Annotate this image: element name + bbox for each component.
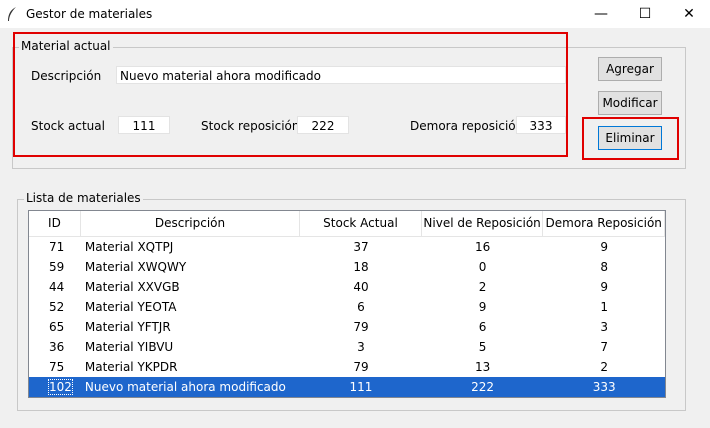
eliminar-button[interactable]: Eliminar [598,126,662,150]
cell-stock-actual: 3 [357,340,365,354]
cell-demora-reposicion: 8 [600,260,609,274]
cell-stock-actual: 40 [353,280,369,294]
descripcion-field[interactable]: Nuevo material ahora modificado [116,66,566,84]
maximize-button[interactable]: ☐ [622,0,668,28]
cell-id: 36 [49,340,65,354]
table-row[interactable]: 52 Material YEOTA 6 9 1 [29,297,665,317]
cell-stock-actual: 6 [357,300,365,314]
cell-id: 44 [49,280,65,294]
cell-demora-reposicion: 333 [592,380,616,394]
agregar-button[interactable]: Agregar [598,57,662,81]
cell-descripcion: Material YKPDR [84,360,178,374]
cell-demora-reposicion: 9 [600,280,609,294]
stock-reposicion-field[interactable]: 222 [297,116,349,134]
cell-nivel-reposicion: 2 [478,280,487,294]
cell-nivel-reposicion: 5 [478,340,487,354]
cell-demora-reposicion: 7 [600,340,609,354]
column-header-stock-actual[interactable]: Stock Actual [300,211,422,236]
cell-stock-actual: 37 [353,240,369,254]
cell-descripcion: Material XWQWY [84,260,187,274]
column-header-nivel-reposicion[interactable]: Nivel de Reposición [422,211,544,236]
cell-id: 59 [49,260,65,274]
minimize-button[interactable]: — [578,0,624,28]
table-row-selected[interactable]: 102 Nuevo material ahora modificado 111 … [29,377,665,397]
table-row[interactable]: 75 Material YKPDR 79 13 2 [29,357,665,377]
cell-nivel-reposicion: 13 [474,360,491,374]
material-actual-title: Material actual [19,39,113,53]
table-row[interactable]: 65 Material YFTJR 79 6 3 [29,317,665,337]
demora-label: Demora reposición [410,119,524,133]
cell-demora-reposicion: 1 [600,300,609,314]
cell-descripcion: Nuevo material ahora modificado [84,380,286,394]
stock-reposicion-label: Stock reposición [201,119,300,133]
cell-id: 75 [49,360,65,374]
cell-descripcion: Material YIBVU [84,340,174,354]
column-header-id[interactable]: ID [29,211,81,236]
cell-descripcion: Material YEOTA [84,300,177,314]
cell-demora-reposicion: 9 [600,240,609,254]
descripcion-label: Descripción [31,69,102,83]
cell-demora-reposicion: 3 [600,320,609,334]
selected-id-focus: 102 [48,379,73,395]
stock-actual-field[interactable]: 111 [118,116,170,134]
lista-materiales-title: Lista de materiales [24,191,143,205]
cell-descripcion: Material XQTPJ [84,240,174,254]
cell-nivel-reposicion: 9 [478,300,487,314]
cell-descripcion: Material YFTJR [84,320,171,334]
cell-nivel-reposicion: 222 [471,380,495,394]
cell-id: 102 [29,377,81,397]
table-row[interactable]: 59 Material XWQWY 18 0 8 [29,257,665,277]
table-row[interactable]: 44 Material XXVGB 40 2 9 [29,277,665,297]
table-row[interactable]: 36 Material YIBVU 3 5 7 [29,337,665,357]
close-button[interactable]: ✕ [666,0,710,28]
cell-stock-actual: 79 [353,360,369,374]
demora-field[interactable]: 333 [516,116,566,134]
modificar-button[interactable]: Modificar [598,91,662,115]
title-bar: Gestor de materiales — ☐ ✕ [0,0,710,28]
cell-id: 65 [49,320,65,334]
cell-nivel-reposicion: 0 [478,260,487,274]
cell-stock-actual: 79 [353,320,369,334]
window-title: Gestor de materiales [26,7,153,21]
cell-demora-reposicion: 2 [600,360,609,374]
cell-descripcion: Material XXVGB [84,280,180,294]
column-header-demora-reposicion[interactable]: Demora Reposición [543,211,665,236]
column-header-descripcion[interactable]: Descripción [81,211,301,236]
cell-stock-actual: 111 [349,380,373,394]
materials-table[interactable]: ID Descripción Stock Actual Nivel de Rep… [28,210,666,398]
cell-nivel-reposicion: 16 [474,240,491,254]
cell-id: 71 [49,240,65,254]
cell-nivel-reposicion: 6 [478,320,487,334]
feather-icon [8,7,16,21]
stock-actual-label: Stock actual [31,119,105,133]
table-row[interactable]: 71 Material XQTPJ 37 16 9 [29,237,665,257]
table-header: ID Descripción Stock Actual Nivel de Rep… [29,211,665,237]
cell-id: 52 [49,300,65,314]
cell-stock-actual: 18 [353,260,369,274]
